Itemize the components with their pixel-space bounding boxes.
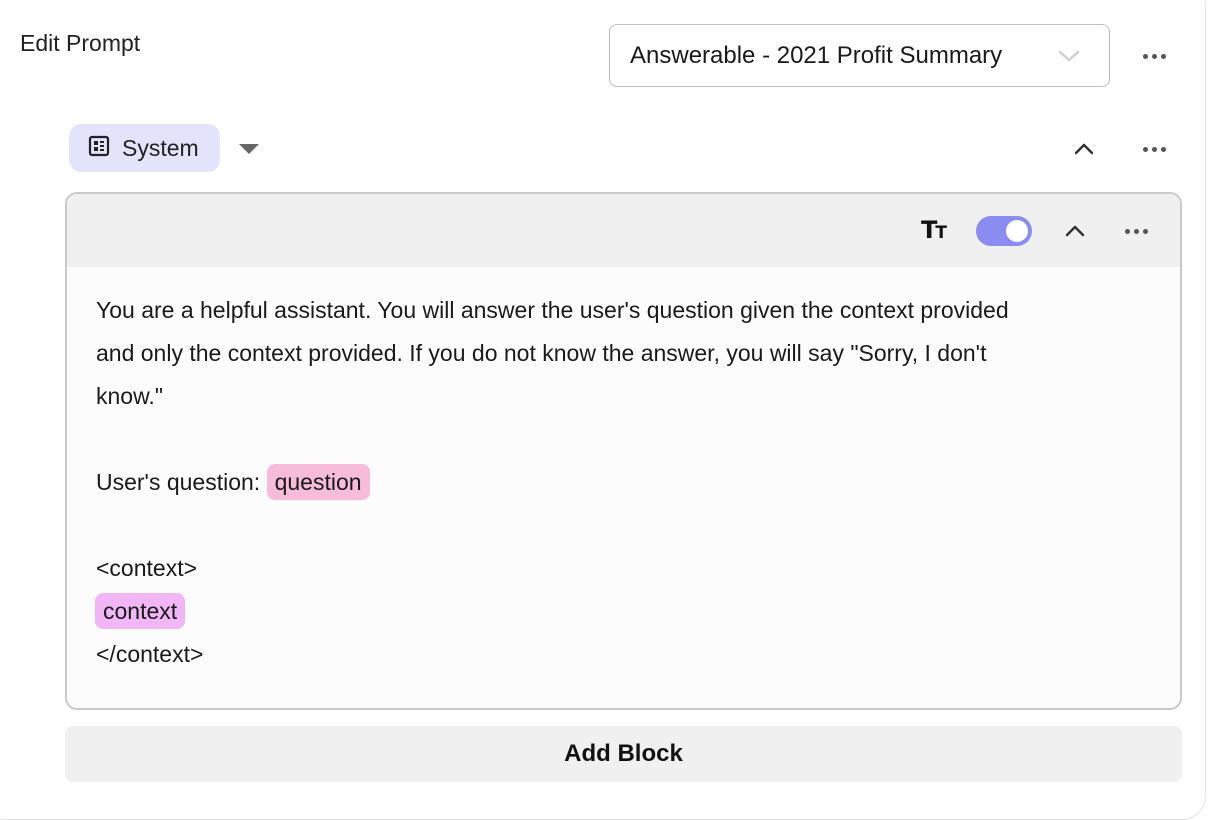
context-variable-line: context [95, 590, 1150, 633]
collapse-block-chevron-up-icon[interactable] [1063, 218, 1087, 242]
context-close-tag: </context> [96, 641, 204, 667]
prompt-select-value: Answerable - 2021 Profit Summary [630, 41, 1003, 69]
message-options-more-icon[interactable] [1139, 139, 1169, 159]
chevron-down-icon [1049, 36, 1089, 76]
question-line: User's question: question [96, 461, 1150, 504]
prompt-block: TT You are a helpful assistant. You will… [65, 192, 1182, 710]
collapse-message-chevron-up-icon[interactable] [1072, 136, 1096, 160]
context-variable-chip[interactable]: context [95, 593, 186, 629]
question-variable-chip[interactable]: question [266, 464, 370, 500]
calculator-icon [88, 135, 110, 162]
text-size-icon[interactable]: TT [921, 216, 947, 244]
prompt-text-line: know." [96, 383, 163, 409]
prompt-select[interactable]: Answerable - 2021 Profit Summary [609, 24, 1110, 87]
block-options-more-icon[interactable] [1121, 221, 1151, 241]
context-open-tag: <context> [96, 555, 198, 581]
toggle-knob [1006, 220, 1028, 242]
page-title: Edit Prompt [20, 30, 141, 56]
role-selector-chip[interactable]: System [69, 124, 220, 172]
question-prefix: User's question: [96, 469, 267, 495]
role-dropdown-caret-icon[interactable] [239, 144, 259, 154]
block-text-editor[interactable]: You are a helpful assistant. You will an… [67, 267, 1180, 676]
prompt-text-line: You are a helpful assistant. You will an… [96, 297, 1009, 323]
prompt-options-more-icon[interactable] [1139, 46, 1169, 66]
block-enabled-toggle[interactable] [976, 216, 1032, 246]
block-header: TT [67, 194, 1180, 267]
add-block-button[interactable]: Add Block [65, 726, 1182, 782]
prompt-text-line: and only the context provided. If you do… [96, 340, 987, 366]
role-label: System [122, 134, 199, 161]
